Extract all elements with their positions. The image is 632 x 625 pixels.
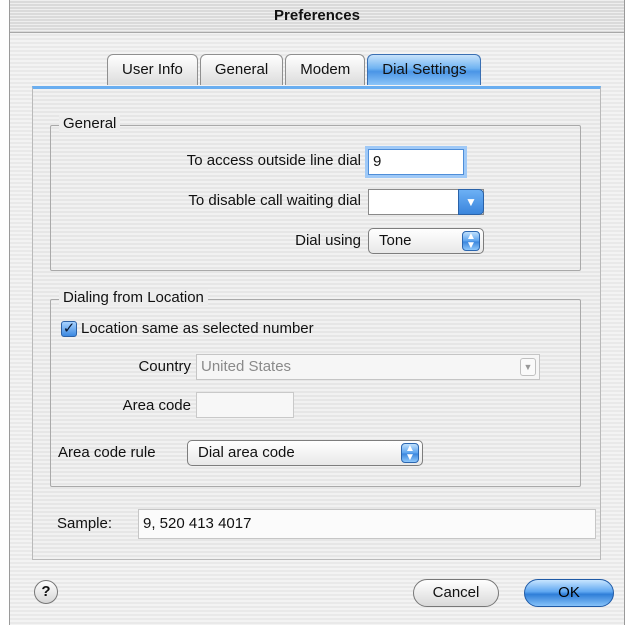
dial-using-popup[interactable]: Tone ▲ ▼ <box>368 228 484 254</box>
tab-user-info[interactable]: User Info <box>107 54 198 85</box>
preferences-window: Preferences User Info General Modem Dial… <box>9 0 625 625</box>
call-waiting-combo[interactable]: ▼ <box>368 189 484 215</box>
area-code-rule-value: Dial area code <box>198 444 295 461</box>
up-down-arrows-icon: ▲ ▼ <box>462 231 480 251</box>
call-waiting-label: To disable call waiting dial <box>188 192 361 209</box>
chevron-down-icon: ▼ <box>520 358 536 376</box>
cancel-button[interactable]: Cancel <box>413 579 499 607</box>
general-legend: General <box>59 115 121 132</box>
area-code-rule-label: Area code rule <box>58 444 156 461</box>
tab-modem[interactable]: Modem <box>285 54 366 85</box>
location-same-checkbox[interactable]: ✓ <box>61 321 77 337</box>
dial-using-value: Tone <box>379 232 412 249</box>
general-group: General To access outside line dial 9 To… <box>50 115 581 271</box>
help-button[interactable]: ? <box>34 580 58 604</box>
window-title: Preferences <box>10 0 624 33</box>
tab-dial-settings[interactable]: Dial Settings <box>367 54 482 85</box>
area-code-input <box>196 392 294 418</box>
dial-settings-panel: General To access outside line dial 9 To… <box>32 86 601 560</box>
ok-button[interactable]: OK <box>524 579 614 607</box>
chevron-down-icon[interactable]: ▼ <box>458 189 484 215</box>
country-value: United States <box>201 358 292 375</box>
country-label: Country <box>138 358 191 375</box>
tab-general[interactable]: General <box>199 54 284 85</box>
sample-field: 9, 520 413 4017 <box>138 509 596 539</box>
up-down-arrows-icon: ▲ ▼ <box>401 443 419 463</box>
tab-bar: User Info General Modem Dial Settings <box>107 54 483 86</box>
outside-line-input[interactable]: 9 <box>368 149 464 175</box>
area-code-rule-popup[interactable]: Dial area code ▲ ▼ <box>187 440 423 466</box>
sample-label: Sample: <box>57 515 113 532</box>
area-code-label: Area code <box>122 397 191 414</box>
country-combo: United States ▼ <box>196 354 540 380</box>
outside-line-label: To access outside line dial <box>186 152 361 169</box>
location-same-label[interactable]: Location same as selected number <box>81 320 314 337</box>
location-group: Dialing from Location ✓ Location same as… <box>50 289 581 487</box>
dial-using-label: Dial using <box>295 232 361 249</box>
location-legend: Dialing from Location <box>59 289 208 306</box>
